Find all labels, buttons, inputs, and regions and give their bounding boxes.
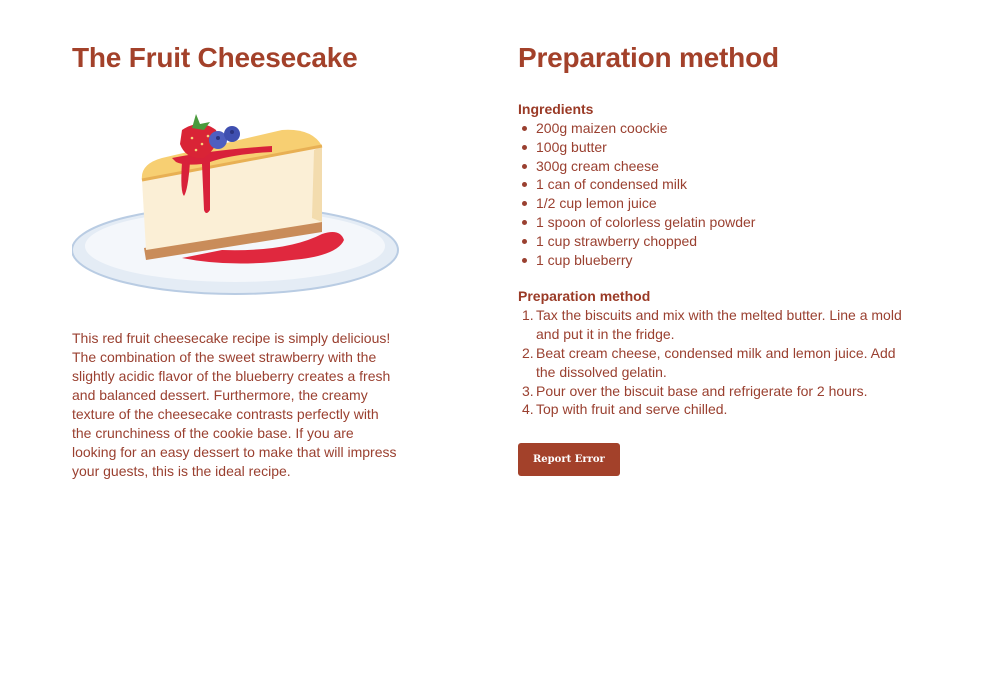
ingredient-item: 1 can of condensed milk (522, 175, 918, 194)
ingredient-item: 1 cup strawberry chopped (522, 232, 918, 251)
ingredients-list: 200g maizen coockie 100g butter 300g cre… (518, 119, 918, 269)
step-number: 4. (522, 401, 534, 418)
recipe-description: This red fruit cheesecake recipe is simp… (72, 330, 397, 479)
preparation-column: Preparation method Ingredients 200g maiz… (518, 38, 918, 477)
cheesecake-image (72, 100, 402, 300)
report-error-button[interactable]: Report Error (518, 443, 620, 477)
step-text: Tax the biscuits and mix with the melted… (536, 307, 902, 343)
step-text: Beat cream cheese, condensed milk and le… (536, 344, 896, 380)
step-item: 4. Top with fruit and serve chilled. (522, 400, 912, 419)
cheesecake-slice-illustration-icon (72, 114, 399, 295)
ingredient-item: 200g maizen coockie (522, 119, 918, 138)
step-text: Top with fruit and serve chilled. (536, 401, 728, 418)
step-text: Pour over the biscuit base and refrigera… (536, 382, 868, 399)
step-number: 3. (522, 382, 534, 399)
preparation-heading: Preparation method (518, 42, 779, 73)
preparation-method-heading: Preparation method (518, 288, 651, 305)
step-number: 1. (522, 307, 534, 324)
step-number: 2. (522, 344, 534, 361)
ingredient-item: 100g butter (522, 138, 918, 157)
ingredient-item: 300g cream cheese (522, 157, 918, 176)
recipe-intro-column: The Fruit Cheesecake This red fruit chee… (72, 38, 402, 495)
ingredient-item: 1/2 cup lemon juice (522, 194, 918, 213)
step-item: 1. Tax the biscuits and mix with the mel… (522, 306, 912, 344)
step-item: 2. Beat cream cheese, condensed milk and… (522, 344, 912, 382)
recipe-title: The Fruit Cheesecake (72, 42, 358, 73)
steps-list: 1. Tax the biscuits and mix with the mel… (518, 306, 918, 419)
step-item: 3. Pour over the biscuit base and refrig… (522, 382, 912, 401)
ingredients-heading: Ingredients (518, 101, 594, 117)
ingredient-item: 1 cup blueberry (522, 251, 918, 270)
ingredient-item: 1 spoon of colorless gelatin powder (522, 213, 918, 232)
